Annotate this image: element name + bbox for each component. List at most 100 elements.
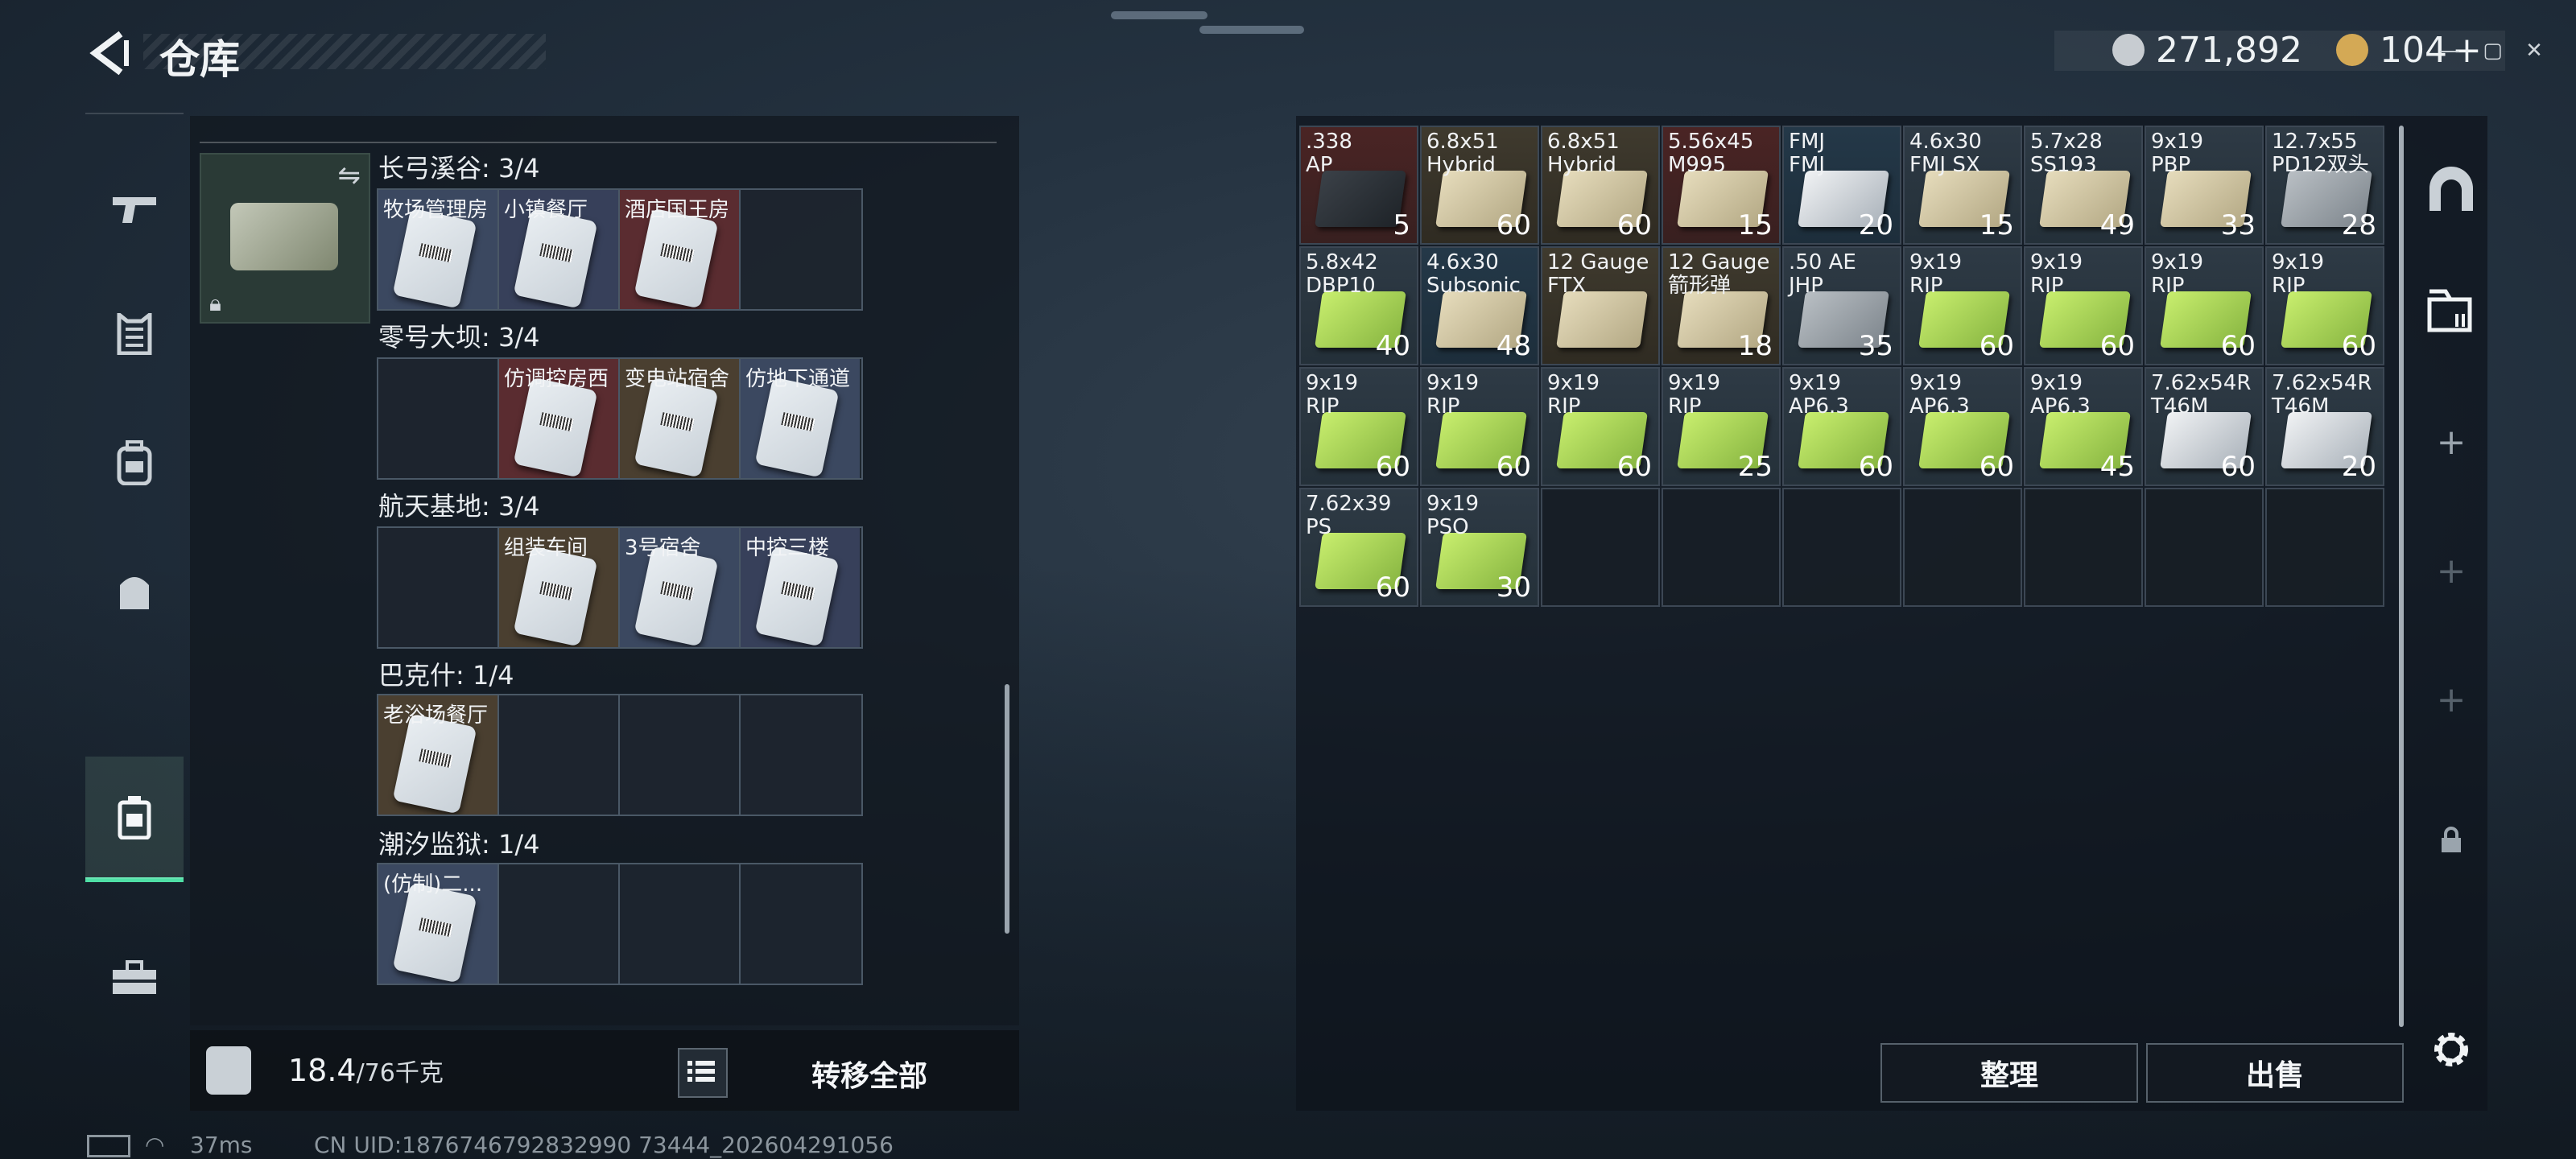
ammo-item[interactable]: 6.8x51 Hybrid 60 (1541, 126, 1660, 245)
lock-icon: 🔒︎ (209, 290, 221, 316)
ammo-name: 6.8x51 Hybrid (1426, 130, 1499, 177)
weight-readout: 18.4/76千克 (288, 1053, 444, 1088)
empty-slot (2265, 488, 2384, 607)
ammo-quantity: 30 (1496, 571, 1531, 604)
ammo-name: 9x19 RIP (1909, 250, 1963, 298)
rail-storage[interactable] (85, 757, 184, 882)
back-arrow-icon[interactable] (84, 29, 132, 77)
keycard-slot[interactable] (499, 864, 620, 984)
ammo-item[interactable]: FMJ FMJ 20 (1782, 126, 1901, 245)
keycard-slot[interactable] (499, 695, 620, 815)
ammo-item[interactable]: 9x19 RIP 60 (1420, 367, 1539, 486)
keycard-slot[interactable] (378, 359, 499, 478)
ceiling-light (1199, 26, 1304, 34)
ammo-item[interactable]: 5.7x28 SS193 49 (2024, 126, 2143, 245)
rail-backpack[interactable] (85, 402, 184, 523)
keycard-slot[interactable]: 变电站宿舍 (620, 359, 741, 478)
keycard-slot[interactable]: 小镇餐厅 (499, 190, 620, 309)
ammo-item[interactable]: 4.6x30 Subsonic 48 (1420, 246, 1539, 365)
ammo-item[interactable]: 12.7x55 PD12双头 28 (2265, 126, 2384, 245)
left-scrollbar[interactable] (1005, 684, 1009, 934)
ammo-quantity: 45 (2099, 451, 2135, 483)
keycard-slot[interactable] (378, 528, 499, 647)
ammo-quantity: 60 (1496, 209, 1531, 241)
ammo-item[interactable]: 9x19 RIP 25 (1662, 367, 1781, 486)
ammo-item[interactable]: 6.8x51 Hybrid 60 (1420, 126, 1539, 245)
rail-weapon[interactable] (85, 148, 184, 269)
stash-tab-main[interactable] (2415, 156, 2487, 221)
rail-toolbox[interactable] (85, 918, 184, 1038)
ammo-name: 7.62x54R T46M (2151, 371, 2252, 419)
ammo-item[interactable]: 5.56x45 M995 15 (1662, 126, 1781, 245)
ammo-quantity: 40 (1375, 330, 1410, 362)
ammo-box-icon (1556, 291, 1648, 348)
keycard-slot[interactable] (741, 864, 860, 984)
ammo-name: 9x19 RIP (2272, 250, 2325, 298)
ammo-item[interactable]: 7.62x39 PS 60 (1299, 488, 1418, 607)
ammo-item[interactable]: 9x19 RIP 60 (2145, 246, 2264, 365)
swap-icon[interactable]: ⇋ (338, 159, 361, 192)
ammo-item[interactable]: 5.8x42 DBP10 40 (1299, 246, 1418, 365)
keycard-slot[interactable]: 组装车间 (499, 528, 620, 647)
add-tab-icon[interactable]: + (2415, 414, 2487, 470)
ammo-name: 7.62x54R T46M (2272, 371, 2372, 419)
add-tab-icon[interactable]: + (2415, 542, 2487, 599)
keycard-slot[interactable] (620, 864, 741, 984)
weight-max: /76千克 (356, 1059, 444, 1087)
keycard-case-image (230, 203, 338, 270)
ammo-quantity: 49 (2099, 209, 2135, 241)
keycard-case[interactable]: ⇋ 🔒︎ (200, 153, 370, 324)
ammo-item[interactable]: .338 AP 5 (1299, 126, 1418, 245)
ammo-item[interactable]: 9x19 RIP 60 (1299, 367, 1418, 486)
keycard-slot[interactable]: 仿地下通道 (741, 359, 860, 478)
page-title: 仓库 (159, 36, 240, 83)
ammo-quantity: 15 (1737, 209, 1773, 241)
ammo-item[interactable]: 7.62x54R T46M 60 (2145, 367, 2264, 486)
ammo-item[interactable]: 9x19 AP6.3 60 (1782, 367, 1901, 486)
keycard-icon (513, 546, 598, 647)
rail-bag[interactable] (85, 531, 184, 652)
ammo-item[interactable]: 9x19 RIP 60 (2265, 246, 2384, 365)
keycard-slot[interactable] (741, 190, 860, 309)
ammo-item[interactable]: 12 Gauge 箭形弹 18 (1662, 246, 1781, 365)
stash-tab-ammo[interactable] (2415, 277, 2487, 341)
ammo-item[interactable]: 9x19 AP6.3 45 (2024, 367, 2143, 486)
keycard-slot[interactable] (741, 695, 860, 815)
toolbox-icon (113, 960, 156, 994)
section-title: 长弓溪谷: 3/4 (378, 153, 540, 184)
ammo-item[interactable]: 9x19 PBP 33 (2145, 126, 2264, 245)
window-controls[interactable]: — ▢ ✕ (2439, 39, 2551, 63)
transfer-all-button[interactable]: 转移全部 (811, 1053, 927, 1095)
ammo-item[interactable]: 9x19 RIP 60 (1541, 367, 1660, 486)
section-title: 航天基地: 3/4 (378, 491, 540, 522)
ammo-name: .50 AE JHP (1789, 250, 1856, 298)
stash-scrollbar[interactable] (2399, 126, 2404, 1027)
keycard-slot[interactable]: 酒店国王房 (620, 190, 741, 309)
ammo-item[interactable]: 9x19 AP6.3 60 (1903, 367, 2022, 486)
ammo-item[interactable]: 4.6x30 FMJ SX 15 (1903, 126, 2022, 245)
ammo-item[interactable]: 7.62x54R T46M 20 (2265, 367, 2384, 486)
ammo-quantity: 60 (1375, 451, 1410, 483)
ping-readout: 37ms (190, 1132, 253, 1158)
ammo-item[interactable]: .50 AE JHP 35 (1782, 246, 1901, 365)
ammo-item[interactable]: 12 Gauge FTX (1541, 246, 1660, 365)
keycard-slot[interactable]: 中控三楼 (741, 528, 860, 647)
ammo-item[interactable]: 9x19 RIP 60 (2024, 246, 2143, 365)
keycard-slot[interactable]: (仿制)二... (378, 864, 499, 984)
ammo-item[interactable]: 9x19 RIP 60 (1903, 246, 2022, 365)
list-view-button[interactable] (678, 1048, 728, 1098)
rail-armor[interactable] (85, 274, 184, 394)
settings-button[interactable] (2415, 1017, 2487, 1082)
sell-button[interactable]: 出售 (2146, 1043, 2404, 1103)
add-tab-icon[interactable]: + (2415, 671, 2487, 728)
keycard-slot[interactable]: 牧场管理房 (378, 190, 499, 309)
keycard-slot[interactable] (620, 695, 741, 815)
keycard-icon (513, 377, 598, 478)
keycard-slot[interactable]: 3号宿舍 (620, 528, 741, 647)
ammo-name: 9x19 PBP (2151, 130, 2204, 177)
ammo-name: 12 Gauge 箭形弹 (1668, 250, 1770, 298)
ammo-item[interactable]: 9x19 PSO 30 (1420, 488, 1539, 607)
keycard-slot[interactable]: 仿调控房西 (499, 359, 620, 478)
sort-button[interactable]: 整理 (1880, 1043, 2138, 1103)
keycard-slot[interactable]: 老浴场餐厅 (378, 695, 499, 815)
